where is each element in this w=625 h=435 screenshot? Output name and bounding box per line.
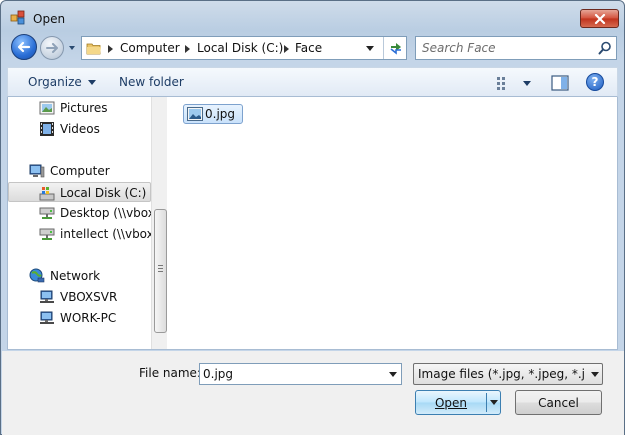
breadcrumb-face[interactable]: Face <box>295 41 322 55</box>
dialog-footer: File name: Image files (*.jpg, *.jpeg, *… <box>2 351 624 435</box>
file-type-select[interactable]: Image files (*.jpg, *.jpeg, *.jpe, * <box>413 363 603 385</box>
sidebar-item-label: Pictures <box>60 101 108 115</box>
sidebar-item-label: WORK-PC <box>60 311 117 325</box>
chevron-down-icon <box>87 80 96 85</box>
file-name: 0.jpg <box>205 107 236 121</box>
scrollbar-grip <box>158 271 163 272</box>
network-drive-icon <box>39 228 55 240</box>
local-disk-icon <box>39 187 55 201</box>
sidebar-item-desktop-share[interactable]: Desktop (\\vboxs <box>8 203 151 223</box>
sidebar-item-label: Network <box>50 269 101 283</box>
organize-label: Organize <box>28 75 82 89</box>
search-input[interactable] <box>422 40 592 56</box>
file-name-input[interactable] <box>203 366 378 382</box>
open-options-dropdown-icon[interactable] <box>490 400 498 405</box>
search-icon[interactable] <box>598 41 612 55</box>
network-drive-icon <box>39 207 55 219</box>
sidebar-item-videos[interactable]: Videos <box>8 119 151 139</box>
breadcrumb-computer[interactable]: Computer <box>120 41 180 55</box>
close-icon <box>594 13 605 24</box>
navigation-pane[interactable]: Pictures Videos Computer Local Disk (C:)… <box>7 97 167 350</box>
sidebar-item-label: Computer <box>50 164 110 178</box>
file-item[interactable]: 0.jpg <box>183 104 243 124</box>
window-title: Open <box>33 12 66 26</box>
open-button-label: Open <box>434 396 468 410</box>
new-folder-button[interactable]: New folder <box>119 75 184 89</box>
help-icon[interactable]: ? <box>586 73 604 91</box>
open-dialog: Open Computer Local Disk (C:) Face Searc… <box>0 0 625 435</box>
address-dropdown-icon[interactable] <box>366 46 374 51</box>
sidebar-item-vboxsvr[interactable]: VBOXSVR <box>8 287 151 307</box>
sidebar-item-label: VBOXSVR <box>60 290 118 304</box>
breadcrumb-separator-icon[interactable] <box>284 45 289 53</box>
image-file-icon <box>187 107 203 121</box>
app-icon <box>10 10 25 25</box>
sidebar-item-pictures[interactable]: Pictures <box>8 98 151 118</box>
file-type-value: Image files (*.jpg, *.jpeg, *.jpe, * <box>418 367 586 381</box>
close-button[interactable] <box>580 9 619 28</box>
chevron-down-icon <box>591 372 599 377</box>
title-bar[interactable]: Open <box>1 1 624 31</box>
sidebar-item-computer[interactable]: Computer <box>8 161 151 181</box>
computer-icon <box>29 164 45 178</box>
recent-pages-chevron-icon[interactable] <box>67 43 77 53</box>
pictures-library-icon <box>39 101 55 115</box>
file-list-pane[interactable]: 0.jpg <box>167 97 618 350</box>
sidebar-item-label: Local Disk (C:) <box>60 186 147 200</box>
cancel-button[interactable]: Cancel <box>515 390 602 415</box>
breadcrumb-local-disk[interactable]: Local Disk (C:) <box>197 41 283 55</box>
preview-pane-icon[interactable] <box>551 75 569 91</box>
refresh-icon <box>390 43 401 55</box>
command-bar: Organize New folder ? <box>7 67 618 97</box>
videos-library-icon <box>40 122 54 136</box>
split-button-divider <box>486 393 487 412</box>
sidebar-item-label: Videos <box>60 122 100 136</box>
scrollbar-thumb[interactable] <box>154 209 167 333</box>
navigation-bar: Computer Local Disk (C:) Face <box>1 34 624 64</box>
sidebar-item-intellect-share[interactable]: intellect (\\vbox <box>8 224 151 244</box>
scrollbar-grip <box>158 265 163 266</box>
navigation-pane-scrollbar[interactable] <box>151 97 167 349</box>
sidebar-item-network[interactable]: Network <box>8 266 151 286</box>
breadcrumb-separator-icon[interactable] <box>185 45 190 53</box>
sidebar-item-label: Desktop (\\vboxs <box>60 206 151 220</box>
file-name-dropdown-icon[interactable] <box>389 372 397 377</box>
organize-button[interactable]: Organize <box>28 75 96 89</box>
open-button[interactable]: Open <box>415 390 501 415</box>
address-bar[interactable]: Computer Local Disk (C:) Face <box>81 36 407 60</box>
folder-icon <box>86 43 101 55</box>
network-computer-icon <box>40 290 54 303</box>
network-icon <box>29 268 45 283</box>
file-name-label: File name: <box>139 366 201 380</box>
sidebar-item-label: intellect (\\vbox <box>60 227 151 241</box>
breadcrumb-separator-icon[interactable] <box>108 45 113 53</box>
back-button[interactable] <box>11 34 37 60</box>
scrollbar-grip <box>158 268 163 269</box>
network-computer-icon <box>40 311 54 324</box>
back-arrow-icon <box>17 41 31 53</box>
sidebar-item-local-disk[interactable]: Local Disk (C:) <box>8 182 151 202</box>
file-name-combobox[interactable] <box>199 363 402 385</box>
refresh-button[interactable] <box>383 37 407 59</box>
views-chevron-down-icon[interactable] <box>523 81 531 86</box>
change-view-icon[interactable] <box>496 75 512 91</box>
sidebar-item-work-pc[interactable]: WORK-PC <box>8 308 151 328</box>
forward-arrow-icon <box>46 43 58 53</box>
search-box[interactable] <box>415 36 617 60</box>
forward-button[interactable] <box>40 36 64 60</box>
